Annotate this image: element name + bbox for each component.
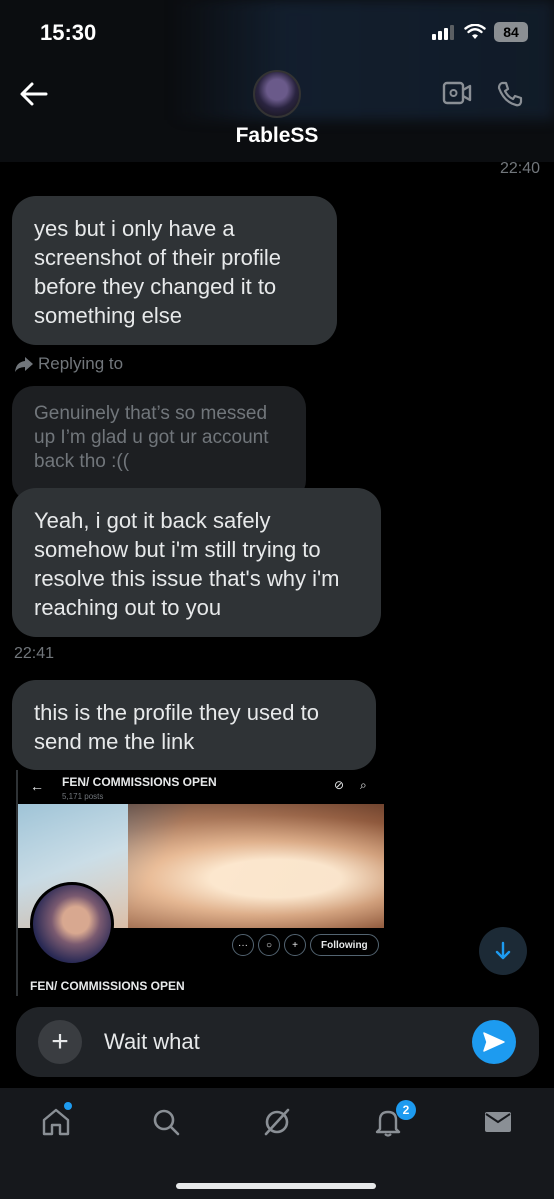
home-notification-dot [64,1102,72,1110]
nav-search[interactable] [144,1100,188,1144]
contact-avatar[interactable] [253,70,301,118]
send-button[interactable] [472,1020,516,1064]
screenshot-search-icon: ⌕ [360,778,367,792]
phone-call-icon[interactable] [496,80,524,108]
screenshot-actions: ··· ○ + Following [232,934,379,956]
add-attachment-button[interactable]: + [38,1020,82,1064]
back-arrow-icon[interactable] [18,80,50,108]
notification-count-badge: 2 [396,1100,416,1120]
screenshot-grok-icon: ⊘ [334,778,345,792]
replying-to-label: Replying to [14,354,123,374]
message-timestamp: 22:40 [499,160,540,177]
screenshot-profile-name: FEN/ COMMISSIONS OPEN [62,775,217,789]
arrow-down-icon [495,941,511,960]
message-bubble[interactable]: Yeah, i got it back safely somehow but i… [12,488,381,637]
mail-icon [485,1112,511,1132]
nav-grok[interactable] [255,1100,299,1144]
screenshot-post-count: 5,171 posts [62,792,104,801]
home-indicator [176,1183,376,1189]
search-icon [153,1109,180,1136]
battery-indicator: 84 [494,22,528,42]
replying-to-text: Replying to [38,354,124,373]
status-indicators: 84 [432,22,528,42]
message-timestamp: 22:41 [14,645,55,662]
home-icon [42,1108,70,1136]
signal-icon [432,25,454,40]
quoted-message[interactable]: Genuinely that’s so messed up I’m glad u… [12,386,306,502]
attached-screenshot[interactable]: ← FEN/ COMMISSIONS OPEN 5,171 posts ⊘ ⌕ … [16,770,384,996]
status-time: 15:30 [40,20,97,45]
contact-name[interactable]: FableSS [0,124,554,148]
screenshot-back-icon: ← [30,778,44,794]
screenshot-chat-icon: ○ [258,934,280,956]
screenshot-following-button: Following [310,934,379,956]
screenshot-profile-avatar [30,882,114,966]
send-icon [483,1032,505,1052]
message-input[interactable] [104,1026,444,1058]
nav-messages[interactable] [476,1100,520,1144]
video-call-icon[interactable] [442,80,472,106]
scroll-to-bottom-button[interactable] [479,927,527,975]
grok-icon [264,1108,290,1136]
screenshot-more-icon: ··· [232,934,254,956]
wifi-icon [464,24,486,39]
message-bubble[interactable]: yes but i only have a screenshot of thei… [12,196,337,345]
screenshot-subscribe-icon: + [284,934,306,956]
screenshot-display-name: FEN/ COMMISSIONS OPEN [30,979,185,993]
status-bar: 15:30 84 [0,0,554,62]
reply-arrow-icon [15,357,33,372]
message-bubble[interactable]: this is the profile they used to send me… [12,680,376,770]
screenshot-topbar: ← FEN/ COMMISSIONS OPEN 5,171 posts ⊘ ⌕ [18,770,384,804]
